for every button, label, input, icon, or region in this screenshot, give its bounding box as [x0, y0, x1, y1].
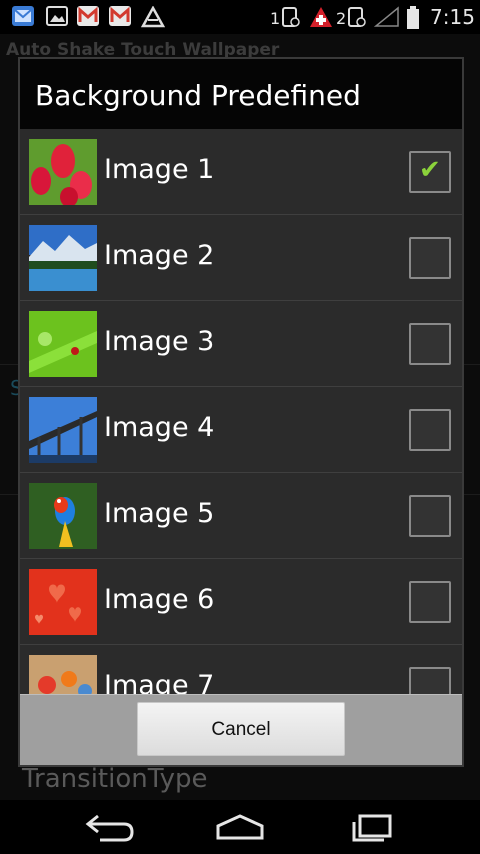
transition-type-label: TransitionType — [22, 764, 208, 794]
checkbox[interactable] — [409, 409, 451, 451]
list-item-image-2[interactable]: Image 2 — [20, 215, 462, 301]
status-bar: 1 2 7:15 — [0, 0, 480, 34]
gmail-icon — [77, 6, 99, 26]
list-item-image-7[interactable]: Image 7 — [20, 645, 462, 694]
list-item-label: Image 1 — [104, 154, 215, 185]
list-item-label: Image 4 — [104, 412, 215, 443]
list-item-label: Image 3 — [104, 326, 215, 357]
list-item-image-4[interactable]: Image 4 — [20, 387, 462, 473]
checkbox[interactable] — [409, 323, 451, 365]
list-item-image-5[interactable]: Image 5 — [20, 473, 462, 559]
back-icon[interactable] — [78, 808, 138, 844]
hearts-thumbnail — [29, 569, 97, 635]
bridge-thumbnail — [29, 397, 97, 463]
dialog-title: Background Predefined — [35, 79, 361, 112]
cancel-button[interactable]: Cancel — [137, 702, 345, 756]
sim1-label: 1 — [270, 9, 281, 28]
red-cross-icon — [309, 6, 333, 28]
list-item-label: Image 5 — [104, 498, 215, 529]
mountain-lake-thumbnail — [29, 225, 97, 291]
list-item-image-6[interactable]: Image 6 — [20, 559, 462, 645]
navigation-bar — [0, 800, 480, 854]
checkbox[interactable] — [409, 667, 451, 694]
dialog-footer: Cancel — [20, 694, 462, 765]
list-item-label: Image 7 — [104, 670, 215, 694]
gmail-icon — [109, 6, 131, 26]
store-icon — [140, 5, 166, 28]
clock: 7:15 — [430, 5, 475, 29]
checkbox[interactable] — [409, 581, 451, 623]
sim2-label: 2 — [336, 9, 347, 28]
tulips-thumbnail — [29, 139, 97, 205]
background-predefined-dialog: Background Predefined Image 1 ✔ Image 2 … — [18, 57, 464, 767]
dialog-header: Background Predefined — [20, 59, 462, 129]
image-list[interactable]: Image 1 ✔ Image 2 Image 3 Image 4 Image … — [20, 129, 462, 694]
checkbox[interactable] — [409, 495, 451, 537]
sim1-icon — [281, 6, 301, 28]
list-item-image-1[interactable]: Image 1 ✔ — [20, 129, 462, 215]
ladybug-leaf-thumbnail — [29, 311, 97, 377]
signal-icon — [373, 6, 400, 28]
list-item-label: Image 2 — [104, 240, 215, 271]
parrot-thumbnail — [29, 483, 97, 549]
list-item-label: Image 6 — [104, 584, 215, 615]
battery-icon — [406, 6, 420, 29]
flowers-thumbnail — [29, 655, 97, 694]
home-icon[interactable] — [210, 808, 270, 844]
email-app-icon — [12, 6, 34, 26]
recent-apps-icon[interactable] — [344, 808, 404, 844]
sim2-icon — [347, 6, 367, 28]
gallery-icon — [46, 6, 68, 26]
checkmark-icon: ✔ — [419, 155, 441, 185]
checkbox[interactable] — [409, 237, 451, 279]
checkbox-checked[interactable]: ✔ — [409, 151, 451, 193]
list-item-image-3[interactable]: Image 3 — [20, 301, 462, 387]
